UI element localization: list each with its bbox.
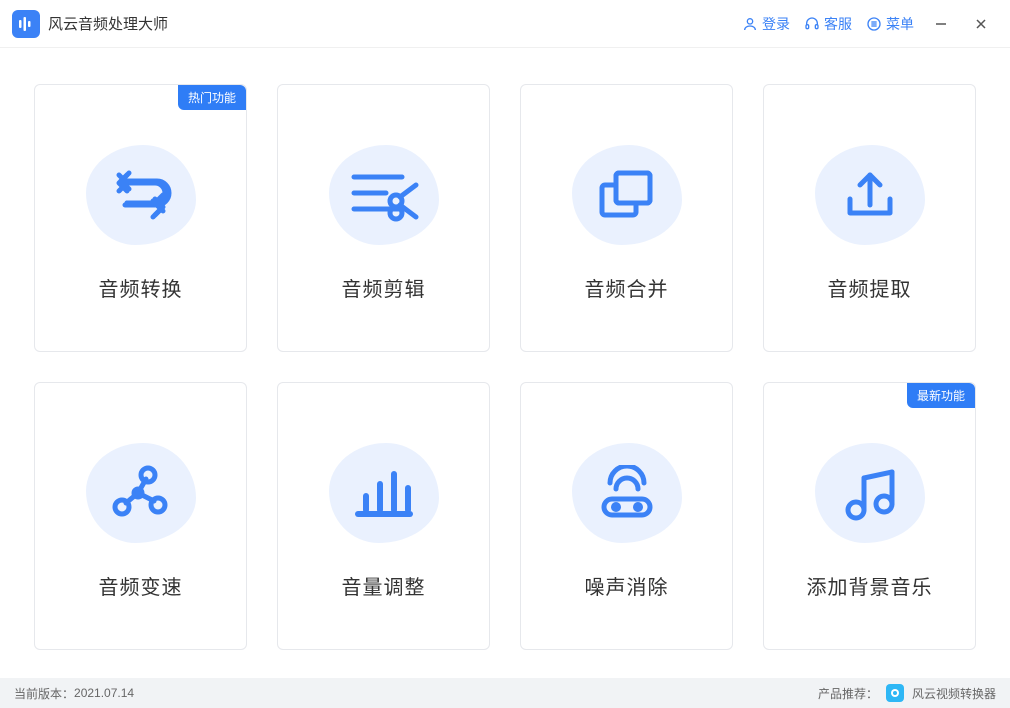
- card-volume-adjust[interactable]: 音量调整: [277, 382, 490, 650]
- app-title: 风云音频处理大师: [48, 13, 168, 34]
- card-add-bgm[interactable]: 最新功能 添加背景音乐: [763, 382, 976, 650]
- minimize-button[interactable]: [928, 11, 954, 37]
- recommend-prefix: 产品推荐：: [818, 685, 878, 702]
- app-logo-icon: [12, 10, 40, 38]
- card-audio-speed[interactable]: 音频变速: [34, 382, 247, 650]
- version-prefix: 当前版本：: [14, 685, 74, 702]
- music-note-icon: [805, 433, 935, 553]
- headset-icon: [804, 16, 820, 32]
- merge-icon: [562, 135, 692, 255]
- scissors-icon: [319, 135, 449, 255]
- card-label: 噪声消除: [585, 571, 669, 600]
- card-label: 添加背景音乐: [807, 571, 933, 600]
- login-label: 登录: [762, 14, 790, 34]
- version-number: 2021.07.14: [74, 686, 134, 700]
- speed-icon: [76, 433, 206, 553]
- menu-label: 菜单: [886, 14, 914, 34]
- support-button[interactable]: 客服: [804, 14, 852, 34]
- card-audio-convert[interactable]: 热门功能 音频转换: [34, 84, 247, 352]
- user-icon: [742, 16, 758, 32]
- extract-icon: [805, 135, 935, 255]
- close-button[interactable]: [968, 11, 994, 37]
- title-bar: 风云音频处理大师 登录 客服: [0, 0, 1010, 48]
- card-audio-merge[interactable]: 音频合并: [520, 84, 733, 352]
- card-label: 音频合并: [585, 273, 669, 302]
- menu-list-icon: [866, 16, 882, 32]
- card-noise-remove[interactable]: 噪声消除: [520, 382, 733, 650]
- card-label: 音频提取: [828, 273, 912, 302]
- badge-hot: 热门功能: [178, 85, 246, 110]
- feature-grid: 热门功能 音频转换: [0, 48, 1010, 678]
- noise-icon: [562, 433, 692, 553]
- card-audio-edit[interactable]: 音频剪辑: [277, 84, 490, 352]
- status-bar: 当前版本： 2021.07.14 产品推荐： 风云视频转换器: [0, 678, 1010, 708]
- recommend-app-name[interactable]: 风云视频转换器: [912, 685, 996, 702]
- card-label: 音量调整: [342, 571, 426, 600]
- login-button[interactable]: 登录: [742, 14, 790, 34]
- card-label: 音频剪辑: [342, 273, 426, 302]
- convert-icon: [76, 135, 206, 255]
- card-label: 音频转换: [99, 273, 183, 302]
- card-audio-extract[interactable]: 音频提取: [763, 84, 976, 352]
- volume-bars-icon: [319, 433, 449, 553]
- badge-new: 最新功能: [907, 383, 975, 408]
- card-label: 音频变速: [99, 571, 183, 600]
- support-label: 客服: [824, 14, 852, 34]
- recommend-app-icon: [886, 684, 904, 702]
- menu-button[interactable]: 菜单: [866, 14, 914, 34]
- titlebar-actions: 登录 客服 菜单: [742, 11, 994, 37]
